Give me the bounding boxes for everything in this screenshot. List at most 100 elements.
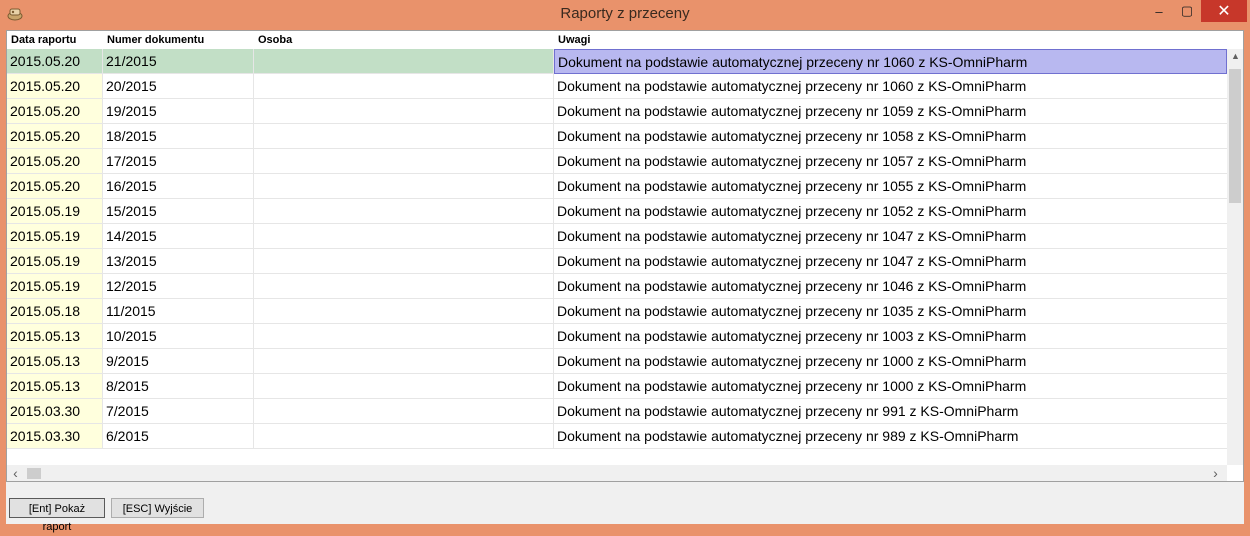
maximize-button[interactable]: ▢ <box>1173 0 1201 22</box>
cell-osoba[interactable] <box>254 49 554 74</box>
cell-numer-dokumentu[interactable]: 14/2015 <box>103 224 254 249</box>
cell-numer-dokumentu[interactable]: 6/2015 <box>103 424 254 449</box>
cell-data-raportu[interactable]: 2015.05.20 <box>7 99 103 124</box>
scroll-up-icon[interactable]: ▲ <box>1227 51 1243 61</box>
cell-uwagi[interactable]: Dokument na podstawie automatycznej prze… <box>554 249 1227 274</box>
cell-uwagi[interactable]: Dokument na podstawie automatycznej prze… <box>554 124 1227 149</box>
cell-data-raportu[interactable]: 2015.03.30 <box>7 399 103 424</box>
cell-data-raportu[interactable]: 2015.05.20 <box>7 149 103 174</box>
table-row[interactable]: 2015.05.13 10/2015 Dokument na podstawie a… <box>7 324 1227 349</box>
cell-uwagi[interactable]: Dokument na podstawie automatycznej prze… <box>554 324 1227 349</box>
cell-uwagi[interactable]: Dokument na podstawie automatycznej prze… <box>554 224 1227 249</box>
cell-osoba[interactable] <box>254 299 554 324</box>
cell-osoba[interactable] <box>254 349 554 374</box>
table-row[interactable]: 2015.05.19 15/2015 Dokument na podstawie a… <box>7 199 1227 224</box>
column-header-uwagi[interactable]: Uwagi <box>554 31 1227 49</box>
cell-numer-dokumentu[interactable]: 13/2015 <box>103 249 254 274</box>
horizontal-scroll-thumb[interactable] <box>27 468 41 479</box>
cell-uwagi[interactable]: Dokument na podstawie automatycznej prze… <box>554 274 1227 299</box>
cell-uwagi[interactable]: Dokument na podstawie automatycznej prze… <box>554 299 1227 324</box>
column-header-data-raportu[interactable]: Data raportu <box>7 31 103 49</box>
table-row[interactable]: 2015.05.20 18/2015 Dokument na podstawie a… <box>7 124 1227 149</box>
cell-osoba[interactable] <box>254 324 554 349</box>
table-row[interactable]: 2015.05.19 14/2015 Dokument na podstawie a… <box>7 224 1227 249</box>
cell-osoba[interactable] <box>254 174 554 199</box>
table-row[interactable]: 2015.03.30 6/2015 Dokument na podstawie au… <box>7 424 1227 449</box>
cell-osoba[interactable] <box>254 399 554 424</box>
title-bar[interactable]: Raporty z przeceny – ▢ ✕ <box>0 0 1250 30</box>
cell-data-raportu[interactable]: 2015.05.13 <box>7 374 103 399</box>
cell-numer-dokumentu[interactable]: 20/2015 <box>103 74 254 99</box>
cell-uwagi[interactable]: Dokument na podstawie automatycznej prze… <box>554 149 1227 174</box>
horizontal-scrollbar[interactable]: ‹ › <box>7 465 1227 481</box>
table-row[interactable]: 2015.05.19 12/2015 Dokument na podstawie a… <box>7 274 1227 299</box>
column-header-osoba[interactable]: Osoba <box>254 31 554 49</box>
table-row[interactable]: 2015.05.18 11/2015 Dokument na podstawie a… <box>7 299 1227 324</box>
cell-osoba[interactable] <box>254 224 554 249</box>
scroll-right-icon[interactable]: › <box>1207 465 1224 481</box>
table-row[interactable]: 2015.05.20 17/2015 Dokument na podstawie a… <box>7 149 1227 174</box>
table-row[interactable]: 2015.05.13 9/2015 Dokument na podstawie au… <box>7 349 1227 374</box>
cell-osoba[interactable] <box>254 374 554 399</box>
cell-data-raportu[interactable]: 2015.05.19 <box>7 224 103 249</box>
cell-uwagi[interactable]: Dokument na podstawie automatycznej prze… <box>554 424 1227 449</box>
cell-osoba[interactable] <box>254 149 554 174</box>
cell-data-raportu[interactable]: 2015.05.13 <box>7 324 103 349</box>
cell-data-raportu[interactable]: 2015.05.18 <box>7 299 103 324</box>
cell-data-raportu[interactable]: 2015.05.19 <box>7 274 103 299</box>
table-row[interactable]: 2015.05.19 13/2015 Dokument na podstawie a… <box>7 249 1227 274</box>
cell-uwagi[interactable]: Dokument na podstawie automatycznej prze… <box>554 199 1227 224</box>
cell-numer-dokumentu[interactable]: 18/2015 <box>103 124 254 149</box>
cell-numer-dokumentu[interactable]: 17/2015 <box>103 149 254 174</box>
cell-data-raportu[interactable]: 2015.05.19 <box>7 249 103 274</box>
cell-uwagi[interactable]: Dokument na podstawie automatycznej prze… <box>554 399 1227 424</box>
cell-data-raportu[interactable]: 2015.05.20 <box>7 124 103 149</box>
cell-uwagi[interactable]: Dokument na podstawie automatycznej prze… <box>554 99 1227 124</box>
table-row[interactable]: 2015.05.20 16/2015 Dokument na podstawie a… <box>7 174 1227 199</box>
show-report-button[interactable]: [Ent] Pokaż raport <box>9 498 105 533</box>
cell-uwagi[interactable]: Dokument na podstawie automatycznej prze… <box>554 49 1227 74</box>
cell-numer-dokumentu[interactable]: 16/2015 <box>103 174 254 199</box>
cell-numer-dokumentu[interactable]: 11/2015 <box>103 299 254 324</box>
grid-header: Data raportu Numer dokumentu Osoba Uwagi <box>7 31 1227 49</box>
cell-osoba[interactable] <box>254 124 554 149</box>
cell-numer-dokumentu[interactable]: 8/2015 <box>103 374 254 399</box>
cell-numer-dokumentu[interactable]: 12/2015 <box>103 274 254 299</box>
cell-osoba[interactable] <box>254 274 554 299</box>
cell-numer-dokumentu[interactable]: 7/2015 <box>103 399 254 424</box>
cell-numer-dokumentu[interactable]: 9/2015 <box>103 349 254 374</box>
scroll-left-icon[interactable]: ‹ <box>7 465 24 481</box>
cell-data-raportu[interactable]: 2015.05.20 <box>7 49 103 74</box>
cell-osoba[interactable] <box>254 249 554 274</box>
cell-uwagi[interactable]: Dokument na podstawie automatycznej prze… <box>554 374 1227 399</box>
exit-button[interactable]: [ESC] Wyjście <box>111 498 204 518</box>
cell-uwagi[interactable]: Dokument na podstawie automatycznej prze… <box>554 174 1227 199</box>
window-client: Data raportu Numer dokumentu Osoba Uwagi… <box>6 30 1244 533</box>
cell-numer-dokumentu[interactable]: 21/2015 <box>103 49 254 74</box>
table-row[interactable]: 2015.05.13 8/2015 Dokument na podstawie au… <box>7 374 1227 399</box>
vertical-scrollbar[interactable]: ▲ <box>1227 49 1243 465</box>
cell-numer-dokumentu[interactable]: 19/2015 <box>103 99 254 124</box>
column-header-numer-dokumentu[interactable]: Numer dokumentu <box>103 31 254 49</box>
cell-data-raportu[interactable]: 2015.05.20 <box>7 174 103 199</box>
cell-osoba[interactable] <box>254 74 554 99</box>
close-button[interactable]: ✕ <box>1201 0 1247 22</box>
cell-numer-dokumentu[interactable]: 15/2015 <box>103 199 254 224</box>
cell-numer-dokumentu[interactable]: 10/2015 <box>103 324 254 349</box>
cell-data-raportu[interactable]: 2015.05.13 <box>7 349 103 374</box>
cell-data-raportu[interactable]: 2015.05.19 <box>7 199 103 224</box>
cell-uwagi[interactable]: Dokument na podstawie automatycznej prze… <box>554 349 1227 374</box>
cell-uwagi[interactable]: Dokument na podstawie automatycznej prze… <box>554 74 1227 99</box>
minimize-button[interactable]: – <box>1145 0 1173 22</box>
table-row[interactable]: 2015.05.20 19/2015 Dokument na podstawie a… <box>7 99 1227 124</box>
reports-grid[interactable]: Data raportu Numer dokumentu Osoba Uwagi… <box>6 30 1244 482</box>
table-row[interactable]: 2015.05.20 21/2015 Dokument na podstawie a… <box>7 49 1227 74</box>
cell-data-raportu[interactable]: 2015.03.30 <box>7 424 103 449</box>
vertical-scroll-thumb[interactable] <box>1229 69 1241 203</box>
cell-osoba[interactable] <box>254 199 554 224</box>
cell-data-raportu[interactable]: 2015.05.20 <box>7 74 103 99</box>
table-row[interactable]: 2015.05.20 20/2015 Dokument na podstawie a… <box>7 74 1227 99</box>
table-row[interactable]: 2015.03.30 7/2015 Dokument na podstawie au… <box>7 399 1227 424</box>
cell-osoba[interactable] <box>254 424 554 449</box>
cell-osoba[interactable] <box>254 99 554 124</box>
